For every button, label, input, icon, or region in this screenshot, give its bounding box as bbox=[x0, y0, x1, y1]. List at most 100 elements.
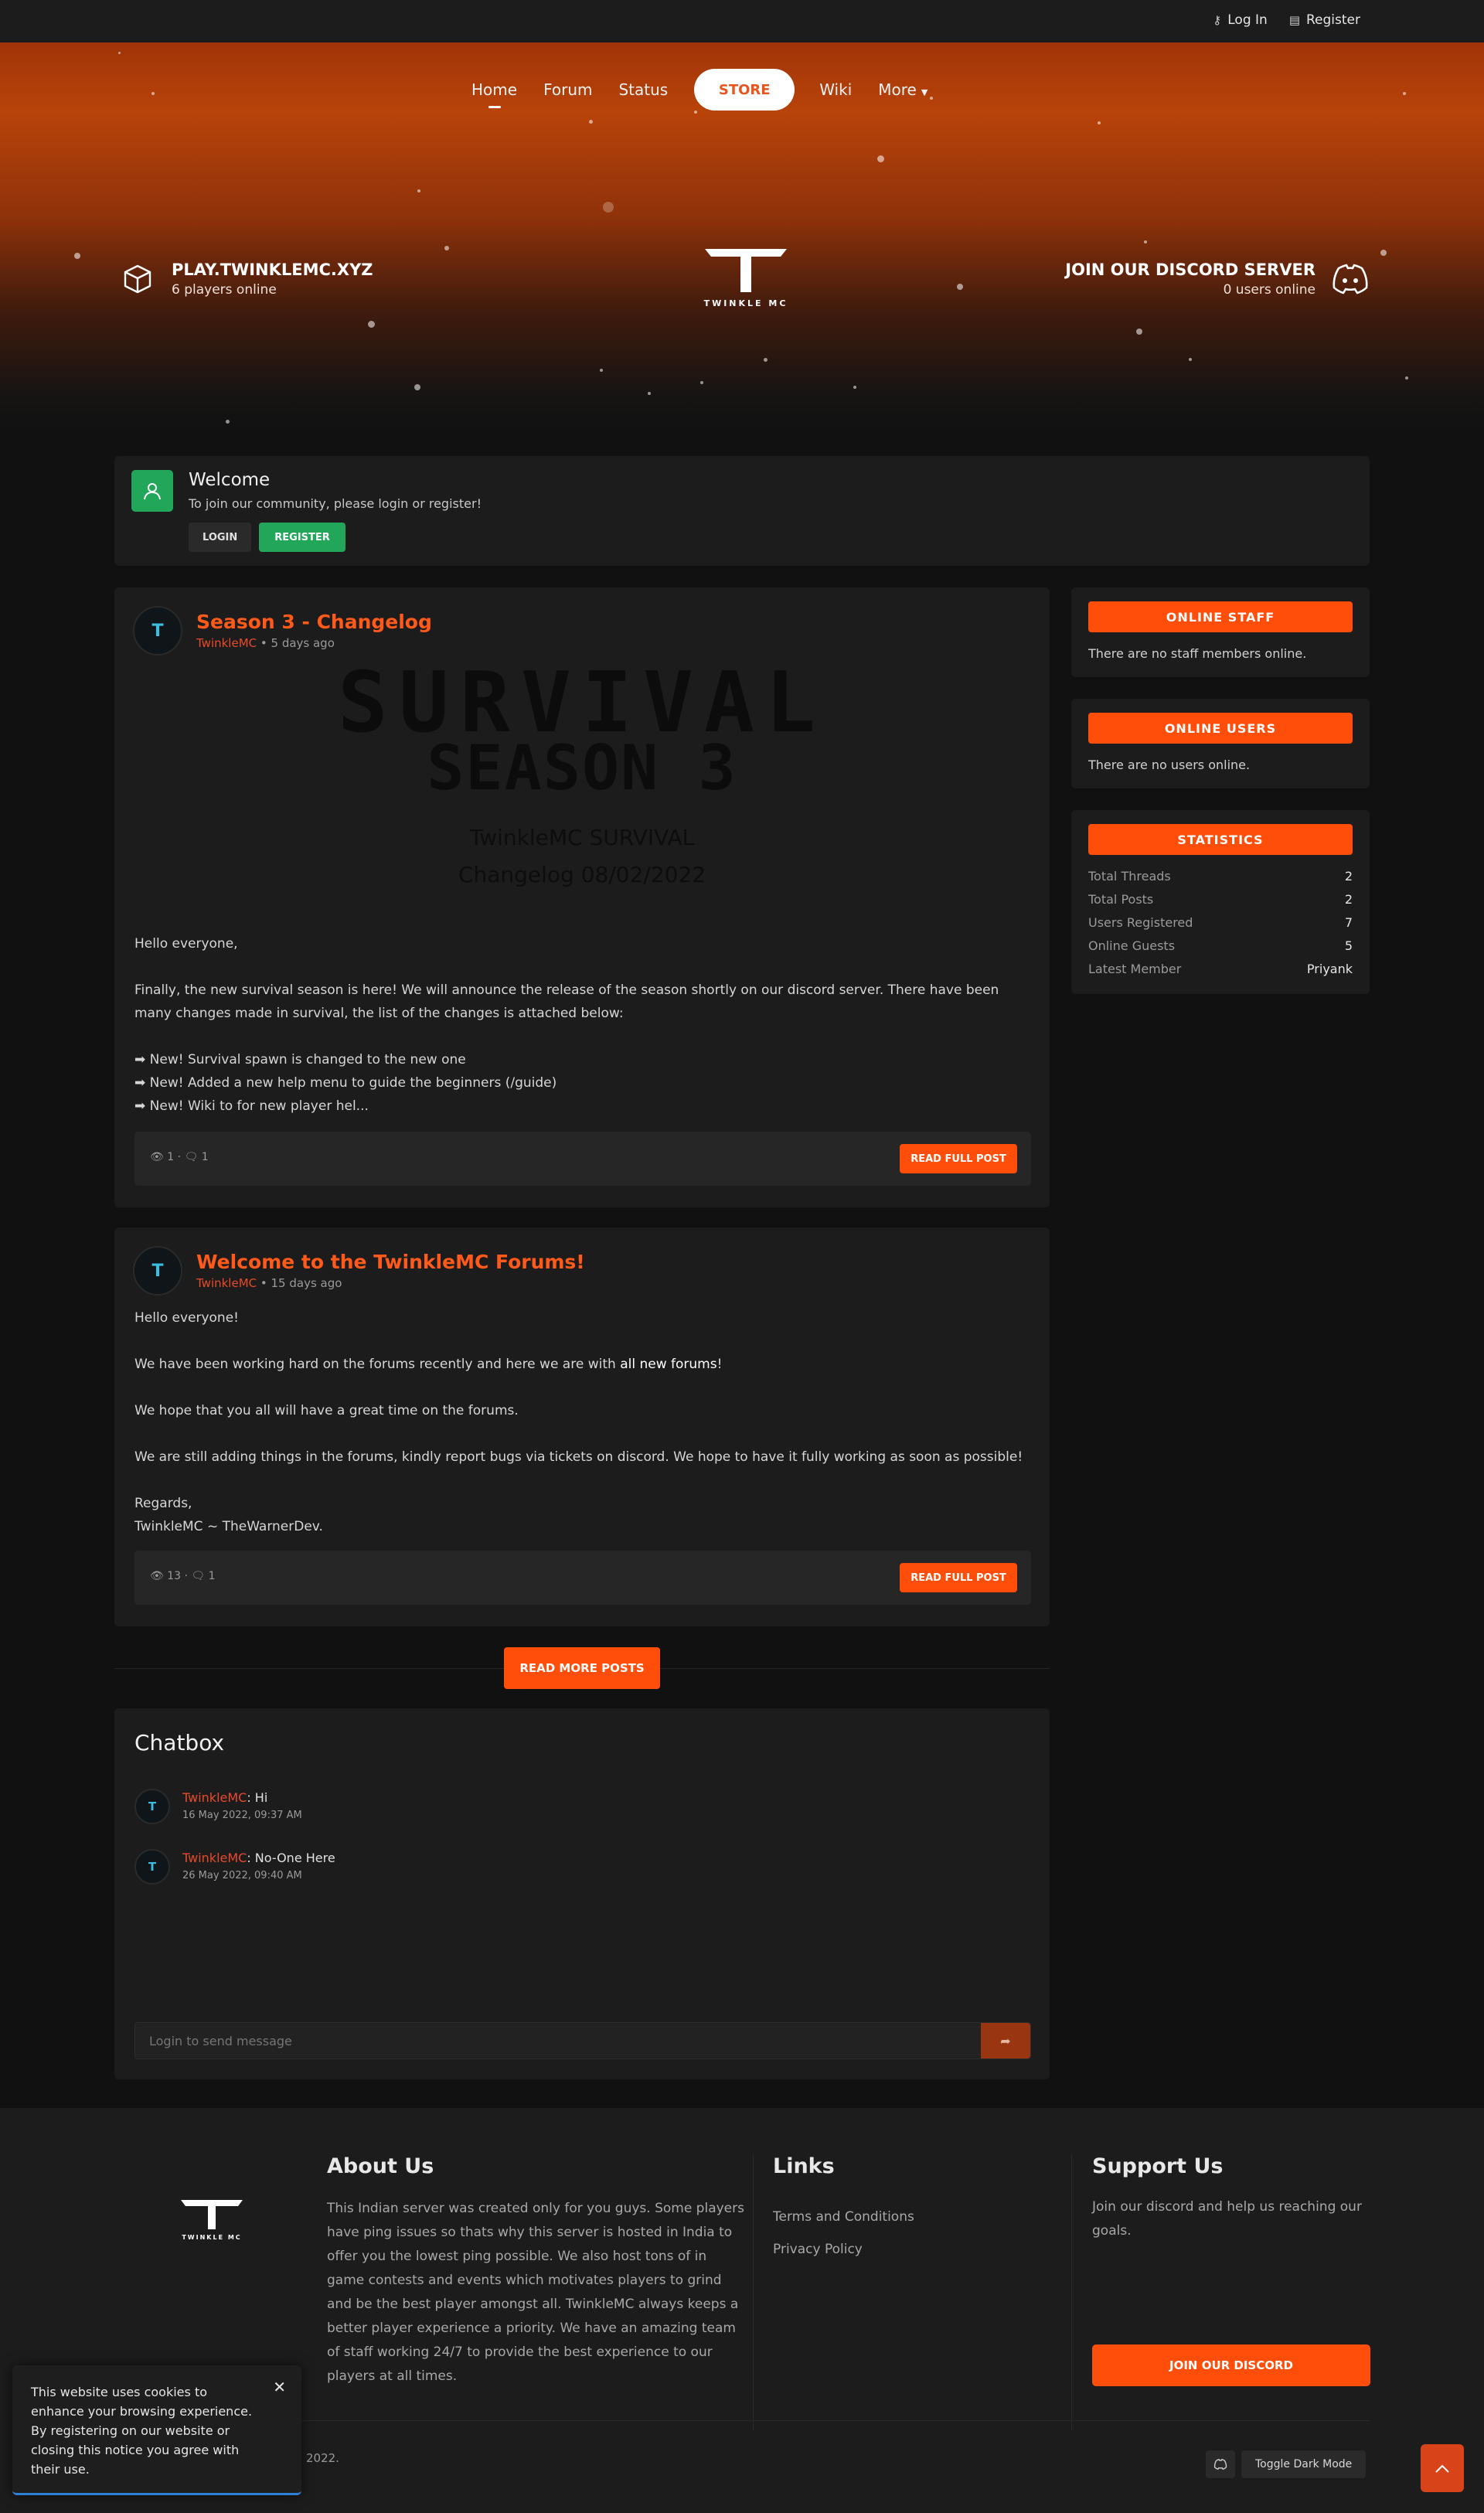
chat-user[interactable]: TwinkleMC bbox=[182, 1851, 247, 1865]
widget-title: ONLINE STAFF bbox=[1088, 601, 1353, 632]
post-body: Hello everyone! We have been working har… bbox=[134, 1306, 1031, 1538]
view-count: 1 bbox=[167, 1151, 175, 1163]
discord-icon[interactable] bbox=[1206, 2450, 1235, 2478]
online-users-widget: ONLINE USERS There are no users online. bbox=[1071, 699, 1370, 788]
post-paragraph: We hope that you all will have a great t… bbox=[134, 1403, 519, 1418]
nav-wiki[interactable]: Wiki bbox=[819, 80, 852, 99]
support-text: Join our discord and help us reaching ou… bbox=[1092, 2199, 1362, 2239]
banner-line-1: SURVIVAL bbox=[337, 655, 827, 751]
online-staff-widget: ONLINE STAFF There are no staff members … bbox=[1071, 587, 1370, 677]
news-post: T Season 3 - Changelog TwinkleMC • 5 day… bbox=[114, 587, 1050, 1207]
post-banner: SURVIVAL SEASON 3 TwinkleMC SURVIVAL Cha… bbox=[114, 655, 1050, 894]
chat-input-group: ➦ bbox=[134, 2022, 1031, 2059]
widget-title: STATISTICS bbox=[1088, 824, 1353, 855]
nav-store-button[interactable]: STORE bbox=[694, 69, 795, 111]
discord-title: JOIN OUR DISCORD SERVER bbox=[1065, 260, 1316, 279]
login-link[interactable]: ⚷ Log In bbox=[1213, 12, 1268, 28]
avatar[interactable]: T bbox=[134, 1789, 170, 1824]
stat-row: Total Threads 2 bbox=[1088, 869, 1353, 884]
nav-status[interactable]: Status bbox=[618, 80, 668, 99]
cookie-text: This website uses cookies to enhance you… bbox=[31, 2385, 253, 2477]
chat-message: T TwinkleMC: Hi 16 May 2022, 09:37 AM bbox=[134, 1789, 302, 1824]
welcome-panel: Welcome To join our community, please lo… bbox=[114, 456, 1370, 566]
discord-users: 0 users online bbox=[1223, 282, 1316, 298]
post-author[interactable]: TwinkleMC bbox=[196, 1276, 257, 1290]
logo-t-icon bbox=[705, 249, 787, 292]
welcome-title: Welcome bbox=[189, 470, 271, 490]
send-icon[interactable]: ➦ bbox=[981, 2023, 1030, 2058]
comment-count: 1 bbox=[208, 1570, 216, 1582]
avatar-t-icon: T bbox=[151, 621, 164, 641]
stat-value: 7 bbox=[1344, 915, 1353, 930]
stat-row: Users Registered 7 bbox=[1088, 915, 1353, 930]
caret-down-icon: ▼ bbox=[921, 87, 928, 97]
avatar-t-icon: T bbox=[151, 1261, 164, 1281]
avatar[interactable]: T bbox=[134, 1849, 170, 1885]
read-more-posts-button[interactable]: READ MORE POSTS bbox=[504, 1647, 660, 1689]
discord-box[interactable]: JOIN OUR DISCORD SERVER 0 users online bbox=[1065, 260, 1370, 298]
post-paragraph: Regards, bbox=[134, 1496, 192, 1511]
join-discord-button[interactable]: JOIN OUR DISCORD bbox=[1092, 2344, 1370, 2386]
post-paragraph: Hello everyone! bbox=[134, 1310, 239, 1326]
stat-value[interactable]: Priyank bbox=[1307, 962, 1353, 976]
post-footer: 👁 13 · 🗨 1 READ FULL POST bbox=[134, 1551, 1031, 1605]
view-count: 13 bbox=[167, 1570, 182, 1582]
post-author[interactable]: TwinkleMC bbox=[196, 636, 257, 650]
nav-home[interactable]: Home bbox=[471, 80, 517, 108]
post-paragraph: Hello everyone, bbox=[134, 936, 238, 952]
divider bbox=[114, 2420, 1370, 2421]
chat-time: 26 May 2022, 09:40 AM bbox=[182, 1870, 302, 1881]
post-list-item: ➡ New! Wiki to for new player hel... bbox=[134, 1098, 369, 1114]
dark-mode-label[interactable]: Toggle Dark Mode bbox=[1241, 2450, 1367, 2478]
logo-text: TWINKLE MC bbox=[182, 2234, 242, 2241]
server-ip: PLAY.TWINKLEMC.XYZ bbox=[172, 260, 373, 279]
about-text: This Indian server was created only for … bbox=[327, 2201, 744, 2384]
players-online: 6 players online bbox=[172, 282, 277, 298]
terms-link[interactable]: Terms and Conditions bbox=[773, 2209, 914, 2225]
banner-line-4: Changelog 08/02/2022 bbox=[458, 862, 706, 887]
stat-value: 2 bbox=[1344, 869, 1353, 884]
stat-row: Total Posts 2 bbox=[1088, 892, 1353, 907]
footer-logo[interactable]: TWINKLE MC bbox=[179, 2198, 244, 2241]
post-stats: 👁 13 · 🗨 1 bbox=[150, 1570, 216, 1582]
news-post: T Welcome to the TwinkleMC Forums! Twink… bbox=[114, 1228, 1050, 1626]
login-button[interactable]: LOGIN bbox=[189, 523, 252, 552]
cookie-notice: This website uses cookies to enhance you… bbox=[12, 2365, 301, 2495]
post-title[interactable]: Season 3 - Changelog bbox=[196, 611, 432, 633]
nav-more[interactable]: More ▼ bbox=[878, 80, 928, 99]
register-link[interactable]: ▤ Register bbox=[1289, 12, 1360, 28]
post-footer: 👁 1 · 🗨 1 READ FULL POST bbox=[134, 1132, 1031, 1186]
cube-icon bbox=[124, 264, 151, 294]
widget-title: ONLINE USERS bbox=[1088, 713, 1353, 744]
post-paragraph: Finally, the new survival season is here… bbox=[134, 982, 999, 1021]
author-avatar[interactable]: T bbox=[133, 1246, 182, 1296]
eye-icon: 👁 bbox=[150, 1151, 164, 1163]
close-icon[interactable]: ✕ bbox=[273, 2378, 286, 2396]
read-full-post-button[interactable]: READ FULL POST bbox=[900, 1144, 1017, 1173]
post-title[interactable]: Welcome to the TwinkleMC Forums! bbox=[196, 1251, 585, 1273]
post-time: • 5 days ago bbox=[257, 636, 335, 650]
stat-label: Users Registered bbox=[1088, 915, 1193, 930]
chat-time: 16 May 2022, 09:37 AM bbox=[182, 1810, 302, 1821]
privacy-link[interactable]: Privacy Policy bbox=[773, 2242, 914, 2257]
chat-user[interactable]: TwinkleMC bbox=[182, 1790, 247, 1805]
login-label: Log In bbox=[1227, 12, 1268, 28]
welcome-subtitle: To join our community, please login or r… bbox=[189, 496, 482, 511]
stat-value: 5 bbox=[1344, 938, 1353, 953]
post-body: Hello everyone, Finally, the new surviva… bbox=[134, 932, 1031, 1118]
read-full-post-button[interactable]: READ FULL POST bbox=[900, 1563, 1017, 1592]
dark-mode-toggle[interactable]: Toggle Dark Mode bbox=[1206, 2450, 1367, 2478]
chat-text: : Hi bbox=[247, 1790, 268, 1805]
auth-links: ⚷ Log In ▤ Register bbox=[1213, 12, 1360, 28]
site-logo[interactable]: TWINKLE MC bbox=[699, 247, 792, 308]
author-avatar[interactable]: T bbox=[133, 606, 182, 655]
server-ip-box[interactable]: PLAY.TWINKLEMC.XYZ 6 players online bbox=[122, 260, 373, 298]
banner-line-3: TwinkleMC SURVIVAL bbox=[469, 825, 695, 850]
register-button[interactable]: REGISTER bbox=[259, 523, 345, 552]
nav-forum[interactable]: Forum bbox=[543, 80, 592, 99]
chat-input[interactable] bbox=[135, 2023, 981, 2058]
post-text: ! bbox=[716, 1357, 723, 1372]
post-meta: TwinkleMC • 15 days ago bbox=[196, 1276, 342, 1290]
arrow-up-icon[interactable] bbox=[1421, 2444, 1464, 2492]
post-list-item: ➡ New! Added a new help menu to guide th… bbox=[134, 1075, 557, 1091]
